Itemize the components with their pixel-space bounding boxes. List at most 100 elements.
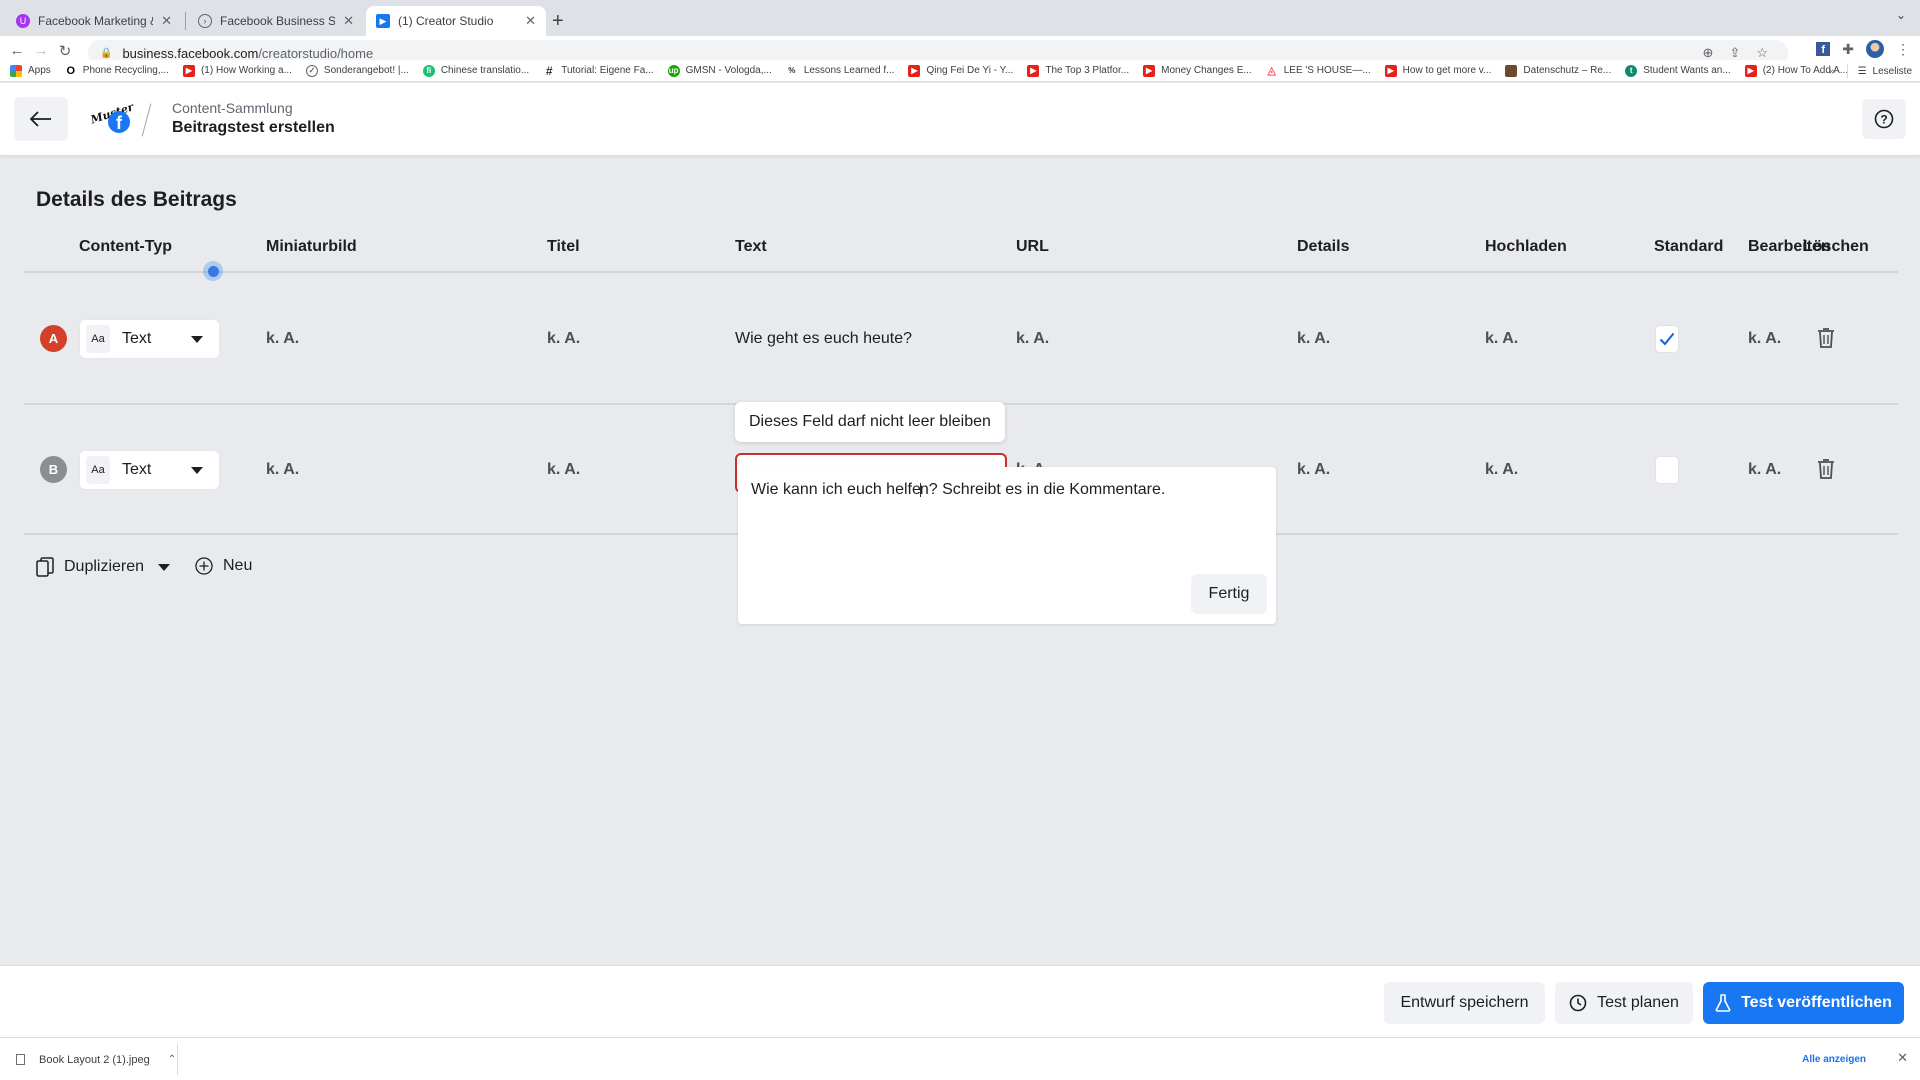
- close-tab-icon[interactable]: ✕: [525, 13, 536, 29]
- chevron-up-icon[interactable]: ⌃: [168, 1054, 176, 1065]
- browser-tab-creator-studio[interactable]: ▶ (1) Creator Studio ✕: [366, 6, 546, 36]
- schedule-test-button[interactable]: Test planen: [1555, 982, 1693, 1024]
- variant-badge-b: B: [40, 456, 67, 483]
- text-editor-input[interactable]: Wie kann ich euch helfen? Schreibt es in…: [751, 481, 1165, 499]
- thumbnail-cell[interactable]: k. A.: [266, 330, 299, 348]
- close-tab-icon[interactable]: ✕: [161, 13, 172, 29]
- bookmark-label: Money Changes E...: [1161, 65, 1252, 76]
- bookmark-star-icon[interactable]: ☆: [1756, 45, 1768, 61]
- bookmark-item[interactable]: ▶ The Top 3 Platfor...: [1027, 64, 1129, 77]
- tab-divider: [185, 12, 186, 30]
- youtube-icon: ▶: [908, 64, 921, 77]
- edit-cell[interactable]: k. A.: [1748, 461, 1781, 479]
- browser-tab-business-suite[interactable]: › Facebook Business Suite ✕: [188, 6, 364, 36]
- editor-text: Wie kann ich euch helfe: [751, 481, 921, 498]
- details-cell[interactable]: k. A.: [1297, 330, 1330, 348]
- new-tab-button[interactable]: +: [552, 6, 564, 36]
- details-cell[interactable]: k. A.: [1297, 461, 1330, 479]
- percent-icon: %: [788, 66, 796, 75]
- bookmark-item[interactable]: fi Chinese translatio...: [422, 64, 529, 77]
- extensions-puzzle-icon[interactable]: ✚: [1842, 41, 1854, 58]
- column-header-details: Details: [1297, 238, 1350, 255]
- bookmark-item[interactable]: ▶ (1) How Working a...: [182, 64, 292, 77]
- bookmark-label: Phone Recycling,...: [82, 65, 169, 76]
- back-arrow-icon[interactable]: ←: [6, 42, 28, 59]
- bookmark-item[interactable]: up GMSN - Vologda,...: [667, 64, 772, 77]
- bookmark-item[interactable]: Datenschutz – Re...: [1505, 64, 1612, 77]
- upload-cell[interactable]: k. A.: [1485, 461, 1518, 479]
- duplicate-button[interactable]: Duplizieren: [36, 557, 171, 577]
- edit-cell[interactable]: k. A.: [1748, 330, 1781, 348]
- bookmark-item[interactable]: t Student Wants an...: [1625, 64, 1731, 77]
- reading-list-button[interactable]: Leseliste: [1873, 66, 1912, 77]
- browser-tab-strip: U Facebook Marketing & Werbea ✕ › Facebo…: [0, 0, 1920, 36]
- copy-icon: [36, 557, 54, 577]
- facebook-extension-icon[interactable]: f: [1816, 42, 1831, 56]
- trash-icon[interactable]: [1817, 327, 1835, 349]
- save-draft-button[interactable]: Entwurf speichern: [1384, 982, 1545, 1024]
- bookmark-label: Datenschutz – Re...: [1523, 65, 1612, 76]
- youtube-icon: ▶: [1143, 64, 1156, 77]
- back-button[interactable]: [14, 97, 68, 141]
- share-icon[interactable]: ⇪: [1729, 45, 1740, 61]
- bookmark-label: (1) How Working a...: [200, 65, 292, 76]
- standard-checkbox[interactable]: [1655, 325, 1679, 353]
- arrow-left-icon: [30, 111, 51, 127]
- bookmark-item[interactable]: O Phone Recycling,...: [65, 65, 169, 77]
- text-editor-popup[interactable]: Wie kann ich euch helfen? Schreibt es in…: [738, 467, 1276, 624]
- trash-icon[interactable]: [1817, 458, 1835, 480]
- content-type-select[interactable]: Aa Text: [79, 319, 220, 359]
- reload-icon[interactable]: ↻: [54, 42, 76, 60]
- more-bookmarks-button[interactable]: »: [1829, 66, 1835, 77]
- youtube-icon: ▶: [1384, 64, 1397, 77]
- browser-tab-udemy[interactable]: U Facebook Marketing & Werbea ✕: [6, 6, 182, 36]
- bookmark-item[interactable]: ◬ LEE 'S HOUSE—...: [1266, 65, 1370, 77]
- help-button[interactable]: ?: [1862, 99, 1906, 139]
- variant-badge-a: A: [40, 325, 67, 352]
- text-cell[interactable]: Wie geht es euch heute?: [735, 330, 912, 348]
- zoom-icon[interactable]: ⊕: [1703, 45, 1714, 61]
- image-thumb-icon: [1505, 64, 1518, 77]
- bookmark-item[interactable]: ▶ Qing Fei De Yi - Y...: [908, 64, 1013, 77]
- tab-search-chevron-icon[interactable]: ⌄: [1896, 8, 1906, 22]
- bookmark-item[interactable]: ✓ Sonderangebot! |...: [305, 64, 409, 77]
- reading-list-icon: ☰: [1857, 65, 1867, 77]
- close-shelf-icon[interactable]: ✕: [1897, 1050, 1908, 1066]
- breadcrumb[interactable]: Content-Sammlung: [172, 100, 293, 116]
- standard-checkbox[interactable]: [1655, 456, 1679, 484]
- browser-menu-icon[interactable]: ⋮: [1896, 41, 1910, 58]
- file-icon: [16, 1054, 25, 1065]
- tab-title: (1) Creator Studio: [398, 14, 494, 28]
- tab-title: Facebook Marketing & Werbea: [38, 14, 153, 28]
- done-button[interactable]: Fertig: [1191, 574, 1267, 614]
- bookmark-item[interactable]: % Lessons Learned f...: [786, 65, 895, 77]
- column-resize-handle[interactable]: [203, 261, 223, 281]
- title-cell[interactable]: k. A.: [547, 330, 580, 348]
- bookmark-label: Tutorial: Eigene Fa...: [561, 65, 654, 76]
- bookmark-label: Lessons Learned f...: [803, 65, 895, 76]
- bookmark-item[interactable]: ▶ Money Changes E...: [1143, 64, 1252, 77]
- validation-tooltip: Dieses Feld darf nicht leer bleiben: [735, 402, 1005, 442]
- thumbnail-cell[interactable]: k. A.: [266, 461, 299, 479]
- bookmark-item[interactable]: ▶ How to get more v...: [1384, 64, 1491, 77]
- show-all-downloads-button[interactable]: Alle anzeigen: [1792, 1046, 1876, 1072]
- new-variant-button[interactable]: Neu: [195, 557, 252, 575]
- publish-test-button[interactable]: Test veröffentlichen: [1703, 982, 1904, 1024]
- close-tab-icon[interactable]: ✕: [343, 13, 354, 29]
- lock-icon: 🔒: [100, 47, 113, 59]
- profile-avatar[interactable]: [1866, 40, 1884, 58]
- bookmark-item[interactable]: Apps: [10, 64, 51, 77]
- download-item[interactable]: Book Layout 2 (1).jpeg ⌃: [16, 1038, 176, 1080]
- title-cell[interactable]: k. A.: [547, 461, 580, 479]
- youtube-icon: ▶: [182, 64, 195, 77]
- upload-cell[interactable]: k. A.: [1485, 330, 1518, 348]
- bookmark-label: Sonderangebot! |...: [323, 65, 409, 76]
- url-cell[interactable]: k. A.: [1016, 330, 1049, 348]
- clock-icon: [1569, 994, 1587, 1012]
- bookmark-item[interactable]: # Tutorial: Eigene Fa...: [543, 64, 654, 78]
- forward-arrow-icon[interactable]: →: [30, 42, 52, 59]
- new-label: Neu: [223, 557, 253, 574]
- tab-title: Facebook Business Suite: [220, 14, 336, 28]
- caret-down-icon[interactable]: [158, 563, 171, 571]
- content-type-select[interactable]: Aa Text: [79, 450, 220, 490]
